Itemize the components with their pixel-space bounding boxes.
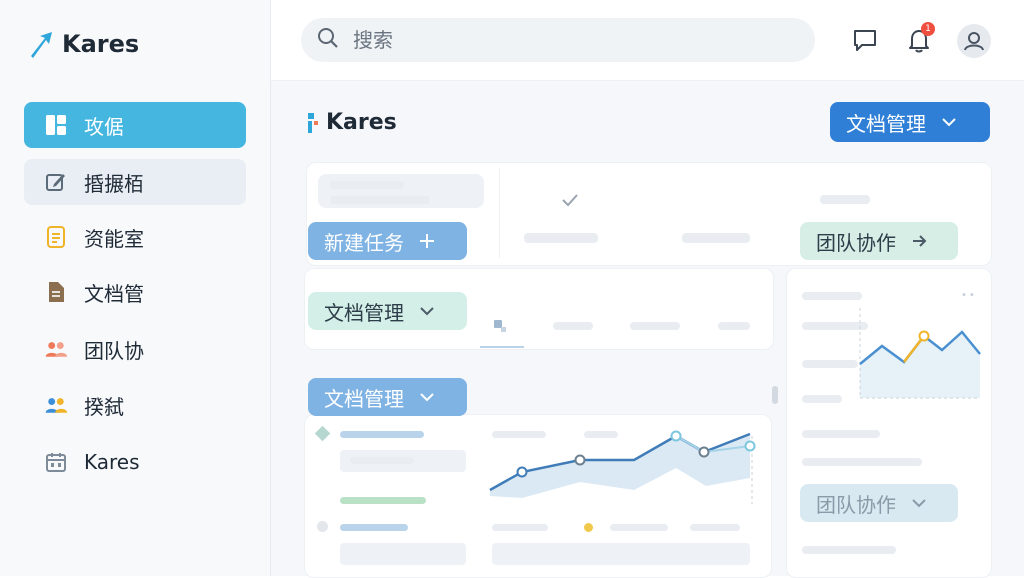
dropdown-label: 文档管理 (324, 386, 404, 411)
placeholder-line (802, 395, 842, 403)
placeholder-line (802, 360, 858, 368)
tab-indicator (480, 346, 524, 348)
placeholder-line (330, 181, 404, 189)
team-collaboration-dropdown[interactable]: 团队协作 (800, 484, 958, 522)
sidebar-item-users[interactable]: 揆弑 (24, 382, 246, 428)
team-icon (44, 337, 68, 361)
sidebar-item-label: 攻倨 (84, 114, 124, 139)
sidebar-item-team[interactable]: 团队协 (24, 326, 246, 372)
chevron-down-icon (420, 393, 434, 402)
team-collaboration-button[interactable]: 团队协作 (800, 222, 958, 260)
status-dot-icon (584, 523, 593, 532)
chevron-down-icon (912, 499, 926, 508)
sidebar-item-label: 文档管 (84, 281, 144, 306)
button-label: 团队协作 (816, 230, 896, 255)
sidebar-item-label: 团队协 (84, 338, 144, 363)
circle-icon (317, 521, 328, 532)
placeholder-line (690, 524, 740, 531)
cursor-icon (492, 318, 508, 338)
main-brand-name: Kares (326, 110, 397, 135)
brand-logo[interactable]: Kares (28, 26, 139, 62)
avatar[interactable] (957, 24, 991, 58)
file-icon (44, 280, 68, 304)
placeholder-line (802, 430, 880, 438)
placeholder-line (820, 195, 870, 204)
notification-badge: 1 (921, 22, 935, 36)
scrollbar[interactable] (772, 386, 778, 404)
user-icon (964, 32, 984, 51)
placeholder-line (340, 524, 408, 531)
search-icon (317, 27, 339, 53)
brand-mark-icon (308, 112, 318, 133)
check-icon (560, 190, 580, 214)
plus-icon (420, 234, 434, 248)
dropdown-label: 文档管理 (846, 111, 926, 136)
calendar-icon (44, 450, 68, 474)
placeholder-line (718, 322, 750, 330)
more-dots-icon[interactable]: •• (961, 290, 977, 301)
document-management-dropdown[interactable]: 文档管理 (830, 102, 990, 142)
placeholder-line (682, 233, 750, 243)
document-management-dropdown-blue[interactable]: 文档管理 (308, 378, 467, 416)
sidebar-item-dashboard[interactable]: 攻倨 (24, 102, 246, 148)
sidebar-item-edit[interactable]: 捪搌栢 (24, 159, 246, 205)
main-brand: Kares (306, 110, 397, 135)
placeholder-line (802, 546, 896, 554)
dropdown-label: 文档管理 (324, 300, 404, 325)
sidebar-item-label: 捪搌栢 (84, 171, 144, 196)
dropdown-label: 团队协作 (816, 492, 896, 517)
placeholder-line (492, 524, 548, 531)
button-label: 新建任务 (324, 230, 404, 255)
arrow-right-icon (913, 235, 927, 247)
users-icon (44, 393, 68, 417)
chevron-down-icon (420, 307, 434, 316)
chevron-down-icon (942, 118, 956, 127)
placeholder-line (350, 457, 414, 464)
sidebar-item-label: 揆弑 (84, 394, 124, 419)
placeholder-line (630, 322, 680, 330)
placeholder-block (340, 543, 466, 565)
sidebar-item-calendar[interactable]: Kares (24, 439, 246, 485)
placeholder-line (340, 431, 424, 438)
document-management-dropdown-green[interactable]: 文档管理 (308, 292, 467, 330)
edit-icon (44, 170, 68, 194)
placeholder-line (524, 233, 598, 243)
search-input[interactable] (351, 27, 775, 53)
sidebar-item-documents[interactable]: 文档管 (24, 269, 246, 315)
placeholder-line (340, 497, 426, 504)
dashboard-icon (44, 113, 68, 137)
search-bar[interactable] (301, 18, 815, 62)
placeholder-line (802, 458, 922, 466)
placeholder-line (610, 524, 668, 531)
message-icon[interactable] (849, 24, 881, 56)
arrow-logo-icon (31, 32, 52, 58)
sidebar-item-resources[interactable]: 资能室 (24, 214, 246, 260)
sidebar-item-label: 资能室 (84, 226, 144, 251)
brand-name: Kares (62, 30, 140, 58)
new-task-button[interactable]: 新建任务 (308, 222, 467, 260)
sidebar-item-label: Kares (84, 450, 140, 474)
placeholder-line (553, 322, 593, 330)
main-line-chart (489, 430, 756, 504)
placeholder-block (492, 543, 750, 565)
placeholder-line (330, 196, 430, 204)
placeholder-line (802, 292, 862, 300)
divider (499, 168, 500, 258)
document-icon (44, 225, 68, 249)
mini-line-chart (859, 308, 981, 399)
